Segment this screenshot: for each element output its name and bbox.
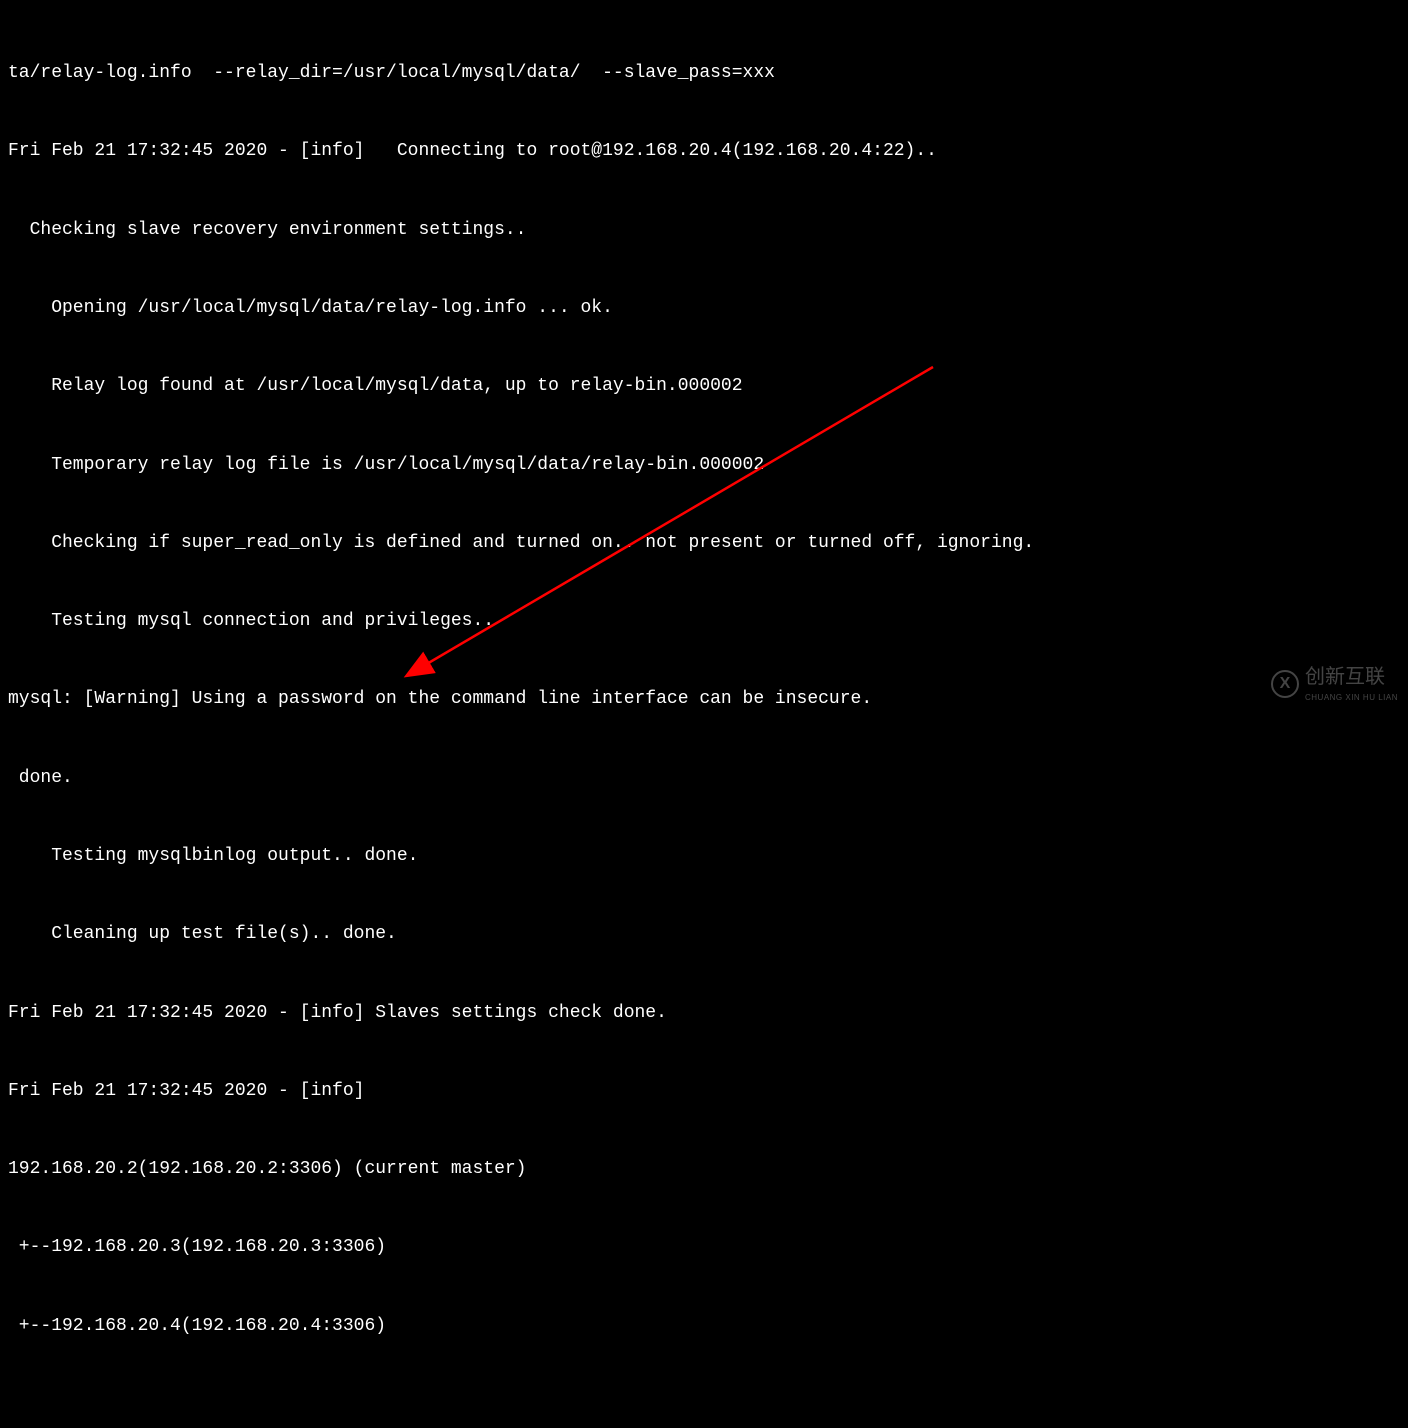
terminal-line: ta/relay-log.info --relay_dir=/usr/local… xyxy=(8,60,1400,86)
terminal-line: Cleaning up test file(s).. done. xyxy=(8,921,1400,947)
terminal-line: Fri Feb 21 17:32:45 2020 - [info] Connec… xyxy=(8,138,1400,164)
watermark-icon: X xyxy=(1271,670,1299,698)
watermark: X 创新互联 CHUANG XIN HU LIAN xyxy=(1271,663,1398,704)
watermark-subtext: CHUANG XIN HU LIAN xyxy=(1305,692,1398,704)
terminal-line xyxy=(8,1391,1400,1417)
terminal-line: Relay log found at /usr/local/mysql/data… xyxy=(8,373,1400,399)
terminal-line: 192.168.20.2(192.168.20.2:3306) (current… xyxy=(8,1156,1400,1182)
terminal-line: Testing mysql connection and privileges.… xyxy=(8,608,1400,634)
terminal-line: +--192.168.20.4(192.168.20.4:3306) xyxy=(8,1313,1400,1339)
terminal-line: Fri Feb 21 17:32:45 2020 - [info] Slaves… xyxy=(8,1000,1400,1026)
terminal-line: Checking if super_read_only is defined a… xyxy=(8,530,1400,556)
watermark-text: 创新互联 xyxy=(1305,663,1398,692)
terminal-output: ta/relay-log.info --relay_dir=/usr/local… xyxy=(8,8,1400,1428)
terminal-line: +--192.168.20.3(192.168.20.3:3306) xyxy=(8,1234,1400,1260)
terminal-line: Opening /usr/local/mysql/data/relay-log.… xyxy=(8,295,1400,321)
terminal-line: mysql: [Warning] Using a password on the… xyxy=(8,686,1400,712)
terminal-line: Testing mysqlbinlog output.. done. xyxy=(8,843,1400,869)
terminal-line: Temporary relay log file is /usr/local/m… xyxy=(8,452,1400,478)
terminal-line: Checking slave recovery environment sett… xyxy=(8,217,1400,243)
terminal-line: done. xyxy=(8,765,1400,791)
terminal-line: Fri Feb 21 17:32:45 2020 - [info] xyxy=(8,1078,1400,1104)
